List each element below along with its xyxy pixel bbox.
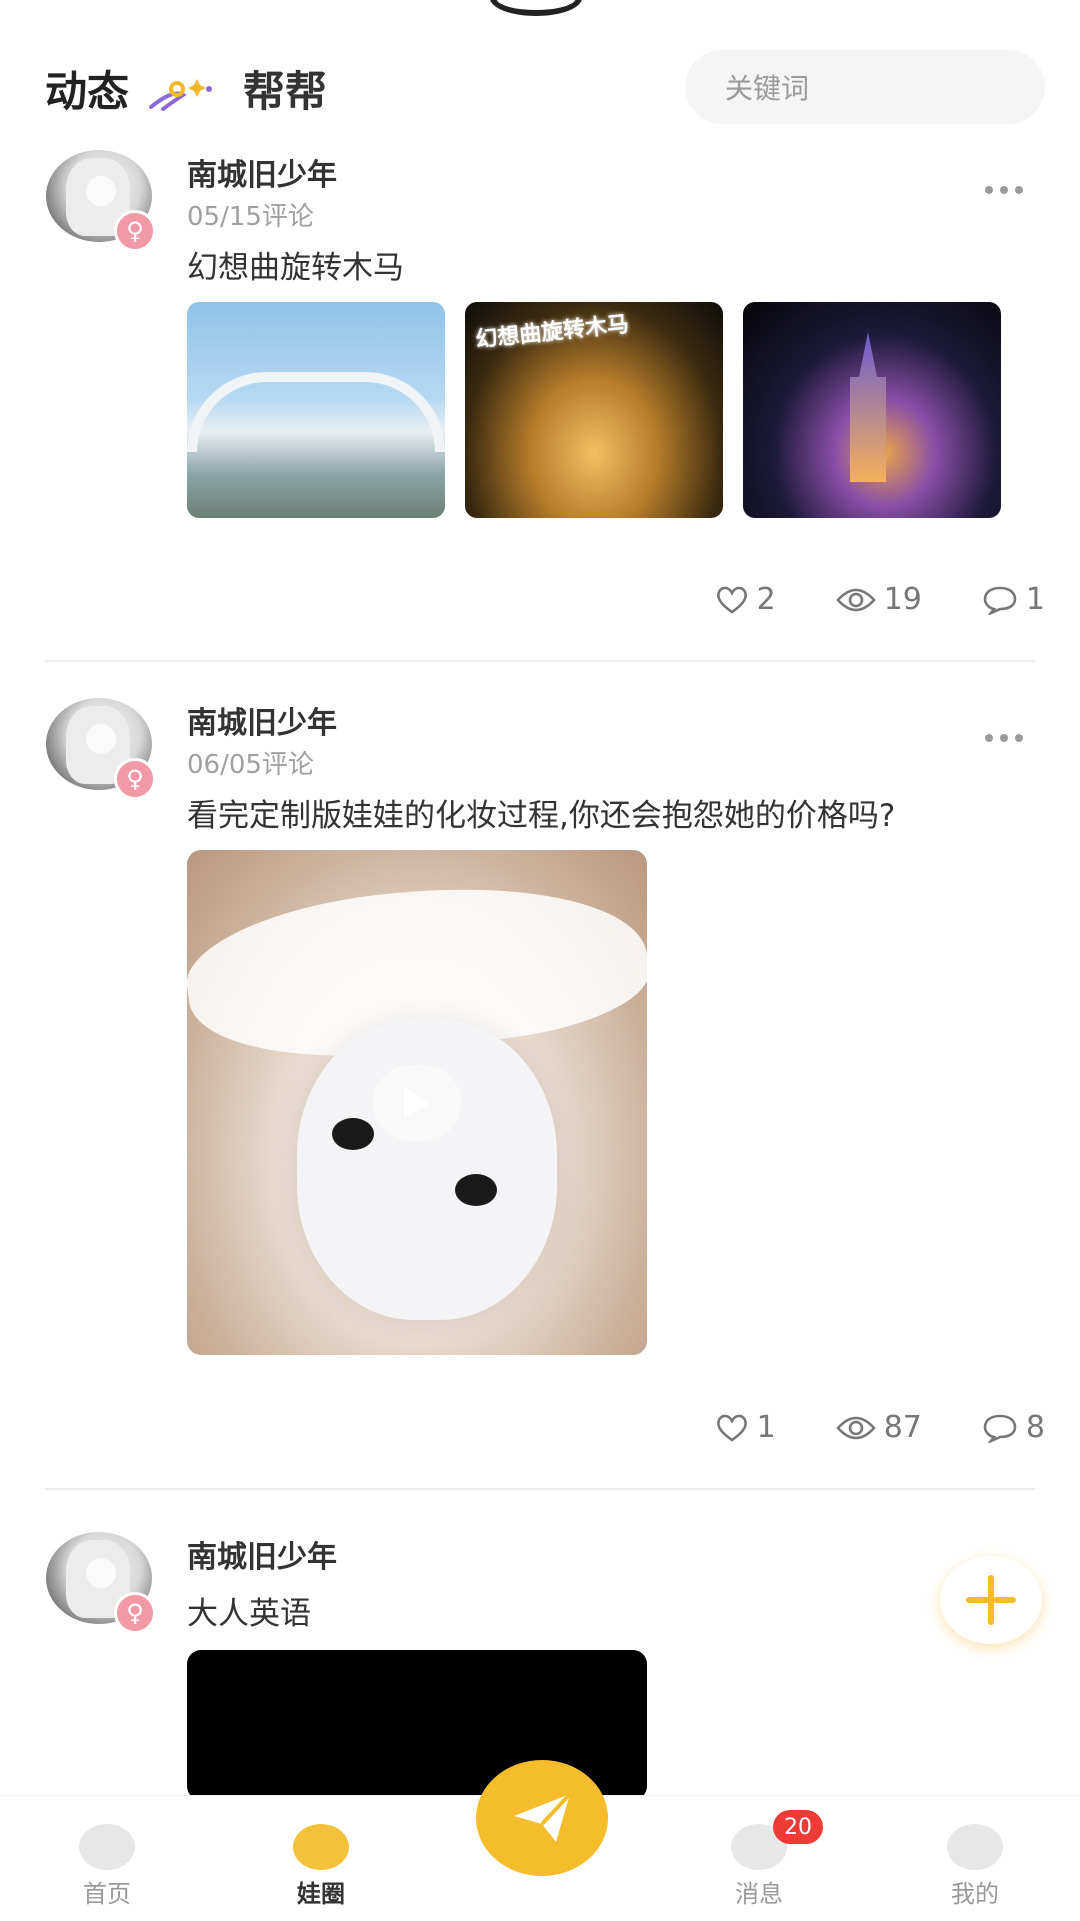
view-count: 19: [883, 582, 922, 617]
heart-icon: [716, 586, 747, 614]
post-date: 05/15评论: [187, 202, 314, 232]
comment-icon: [983, 586, 1017, 615]
more-options-icon[interactable]: [985, 180, 1035, 200]
avatar[interactable]: ♀: [46, 1532, 156, 1634]
divider: [45, 1488, 1035, 1490]
comment-count: 8: [1025, 1410, 1045, 1445]
nav-label: 首页: [83, 1880, 131, 1908]
post-image-castle[interactable]: [743, 302, 1001, 518]
add-post-button[interactable]: [940, 1556, 1042, 1644]
post-username[interactable]: 南城旧少年: [187, 698, 337, 742]
post-username[interactable]: 南城旧少年: [187, 1532, 337, 1576]
post-stats: 1 87 8: [655, 1410, 1045, 1445]
like-button[interactable]: 1: [715, 1410, 776, 1445]
search-placeholder: 关键词: [725, 72, 810, 105]
nav-doll-circle[interactable]: 娃圈: [266, 1824, 376, 1909]
publish-button[interactable]: [476, 1760, 608, 1876]
comment-button[interactable]: 8: [982, 1410, 1045, 1445]
eye-icon: [835, 1416, 876, 1439]
paper-plane-icon: [514, 1792, 572, 1842]
view-count-button: 87: [835, 1410, 922, 1445]
profile-icon: [947, 1824, 1003, 1870]
post-stats: 2 19 1: [655, 582, 1045, 617]
comment-button[interactable]: 1: [982, 582, 1045, 617]
post-text[interactable]: 幻想曲旋转木马: [187, 242, 404, 287]
post-text[interactable]: 看完定制版娃娃的化妆过程,你还会抱怨她的价格吗?: [187, 790, 895, 835]
plus-icon: [966, 1575, 1016, 1625]
message-badge: 20: [773, 1810, 823, 1844]
female-icon: ♀: [114, 758, 156, 800]
female-icon: ♀: [114, 210, 156, 252]
post-image-grid: 幻想曲旋转木马: [187, 302, 1001, 518]
tab-bar: 动态 帮帮: [45, 58, 327, 119]
comment-icon: [983, 1414, 1017, 1443]
play-icon[interactable]: [373, 1065, 461, 1141]
post-image-stadium[interactable]: [187, 302, 445, 518]
home-icon: [79, 1824, 135, 1870]
search-input[interactable]: 关键词: [685, 50, 1045, 124]
planet-icon: [293, 1824, 349, 1870]
divider: [45, 660, 1035, 662]
avatar[interactable]: ♀: [46, 698, 156, 800]
view-count: 87: [883, 1410, 922, 1445]
post-image-carousel[interactable]: 幻想曲旋转木马: [465, 302, 723, 518]
header: 动态 帮帮 关键词: [0, 0, 1080, 140]
nav-profile[interactable]: 我的: [920, 1824, 1030, 1909]
post-username[interactable]: 南城旧少年: [187, 150, 337, 194]
like-count: 2: [756, 582, 776, 617]
avatar[interactable]: ♀: [46, 150, 156, 252]
tab-dynamic[interactable]: 动态: [45, 58, 129, 119]
eye-icon: [835, 588, 876, 611]
nav-label: 娃圈: [297, 1880, 345, 1908]
post-video-cover[interactable]: [187, 850, 647, 1355]
more-options-icon[interactable]: [985, 728, 1035, 748]
view-count-button: 19: [835, 582, 922, 617]
sparkle-deco-icon: [149, 78, 213, 111]
nav-label: 消息: [735, 1880, 783, 1908]
like-button[interactable]: 2: [715, 582, 776, 617]
post-text[interactable]: 大人英语: [187, 1588, 311, 1633]
like-count: 1: [756, 1410, 776, 1445]
heart-icon: [716, 1414, 747, 1442]
comment-count: 1: [1025, 582, 1045, 617]
post-date: 06/05评论: [187, 750, 314, 780]
female-icon: ♀: [114, 1592, 156, 1634]
tab-help[interactable]: 帮帮: [243, 58, 327, 119]
nav-home[interactable]: 首页: [52, 1824, 162, 1909]
nav-label: 我的: [951, 1880, 999, 1908]
